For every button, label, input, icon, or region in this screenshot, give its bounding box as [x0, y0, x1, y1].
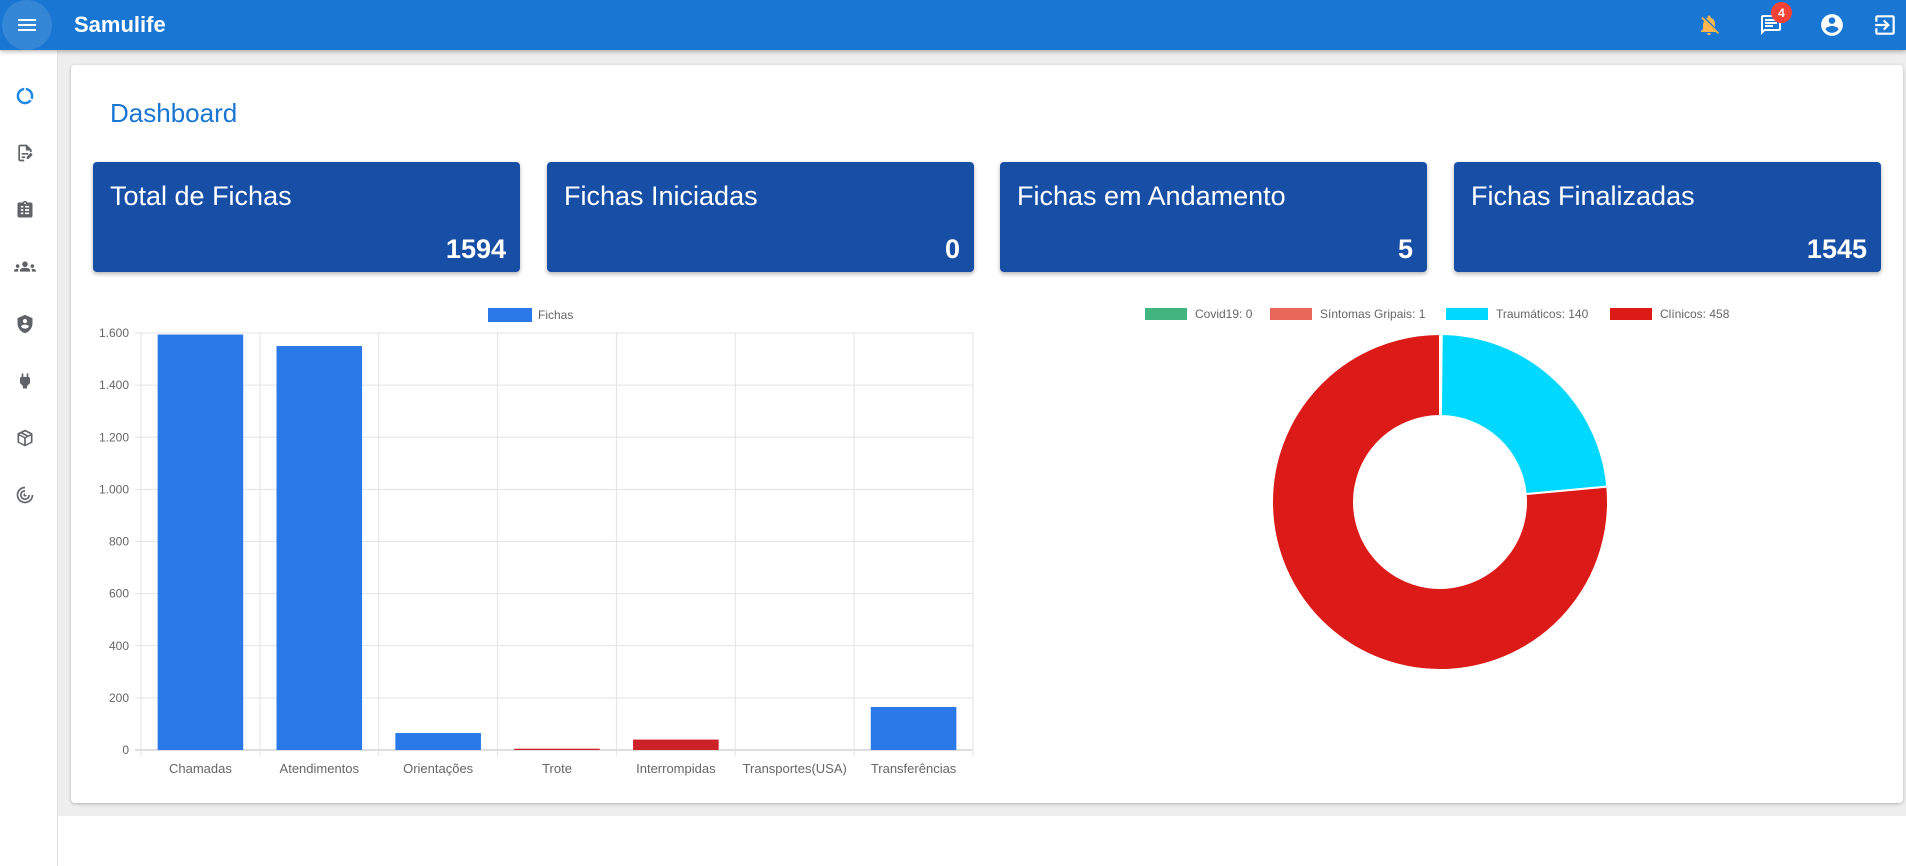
y-tick-label: 1.200: [99, 430, 129, 444]
y-tick-label: 1.000: [99, 482, 129, 496]
y-tick-label: 200: [109, 691, 129, 705]
logout-icon: [1875, 15, 1895, 35]
bar-transfer-ncias: [870, 706, 957, 750]
legend-label: Covid19: 0: [1195, 307, 1253, 321]
bar-orienta-es: [395, 733, 481, 750]
x-tick-label: Transferências: [871, 761, 957, 776]
app-title: Samulife: [74, 12, 166, 37]
legend-label: Traumáticos: 140: [1496, 307, 1589, 321]
legend-swatch: [1270, 308, 1312, 320]
bar-chamadas: [157, 334, 244, 750]
bar-interrompidas: [633, 739, 719, 750]
y-tick-label: 0: [122, 743, 129, 757]
y-tick-label: 600: [109, 587, 129, 601]
y-tick-label: 400: [109, 639, 129, 653]
x-tick-label: Transportes(USA): [743, 761, 847, 776]
top-app-bar: Samulife 4: [0, 0, 1906, 50]
legend-label: Clínicos: 458: [1660, 307, 1730, 321]
x-tick-label: Trote: [542, 761, 572, 776]
menu-button[interactable]: [2, 0, 52, 50]
legend-label: Síntomas Gripais: 1: [1320, 307, 1426, 321]
y-tick-label: 1.600: [99, 326, 129, 340]
legend-swatch: [488, 308, 532, 322]
menu-icon: [18, 19, 36, 31]
x-tick-label: Interrompidas: [636, 761, 716, 776]
bar-trote: [514, 748, 600, 750]
legend-swatch: [1610, 308, 1652, 320]
legend-swatch: [1145, 308, 1187, 320]
legend-label: Fichas: [538, 308, 573, 322]
charts-canvas: 0 200 400 600 800 1.000 1.200 1.400 1.600 Chamada…: [99, 307, 1730, 776]
x-tick-label: Orientações: [403, 761, 474, 776]
account-circle-icon: [1821, 14, 1843, 36]
notifications-off-button[interactable]: [1694, 10, 1724, 40]
x-tick-label: Atendimentos: [280, 761, 360, 776]
legend-swatch: [1446, 308, 1488, 320]
y-tick-label: 800: [109, 535, 129, 549]
donut-slice: [1439, 332, 1609, 496]
bar-atendimentos: [276, 346, 363, 750]
bell-off-icon: [1701, 15, 1719, 35]
x-tick-label: Chamadas: [169, 761, 232, 776]
y-tick-label: 1.400: [99, 378, 129, 392]
logout-button[interactable]: [1870, 10, 1900, 40]
account-button[interactable]: [1817, 10, 1847, 40]
messages-badge: 4: [1771, 2, 1792, 23]
